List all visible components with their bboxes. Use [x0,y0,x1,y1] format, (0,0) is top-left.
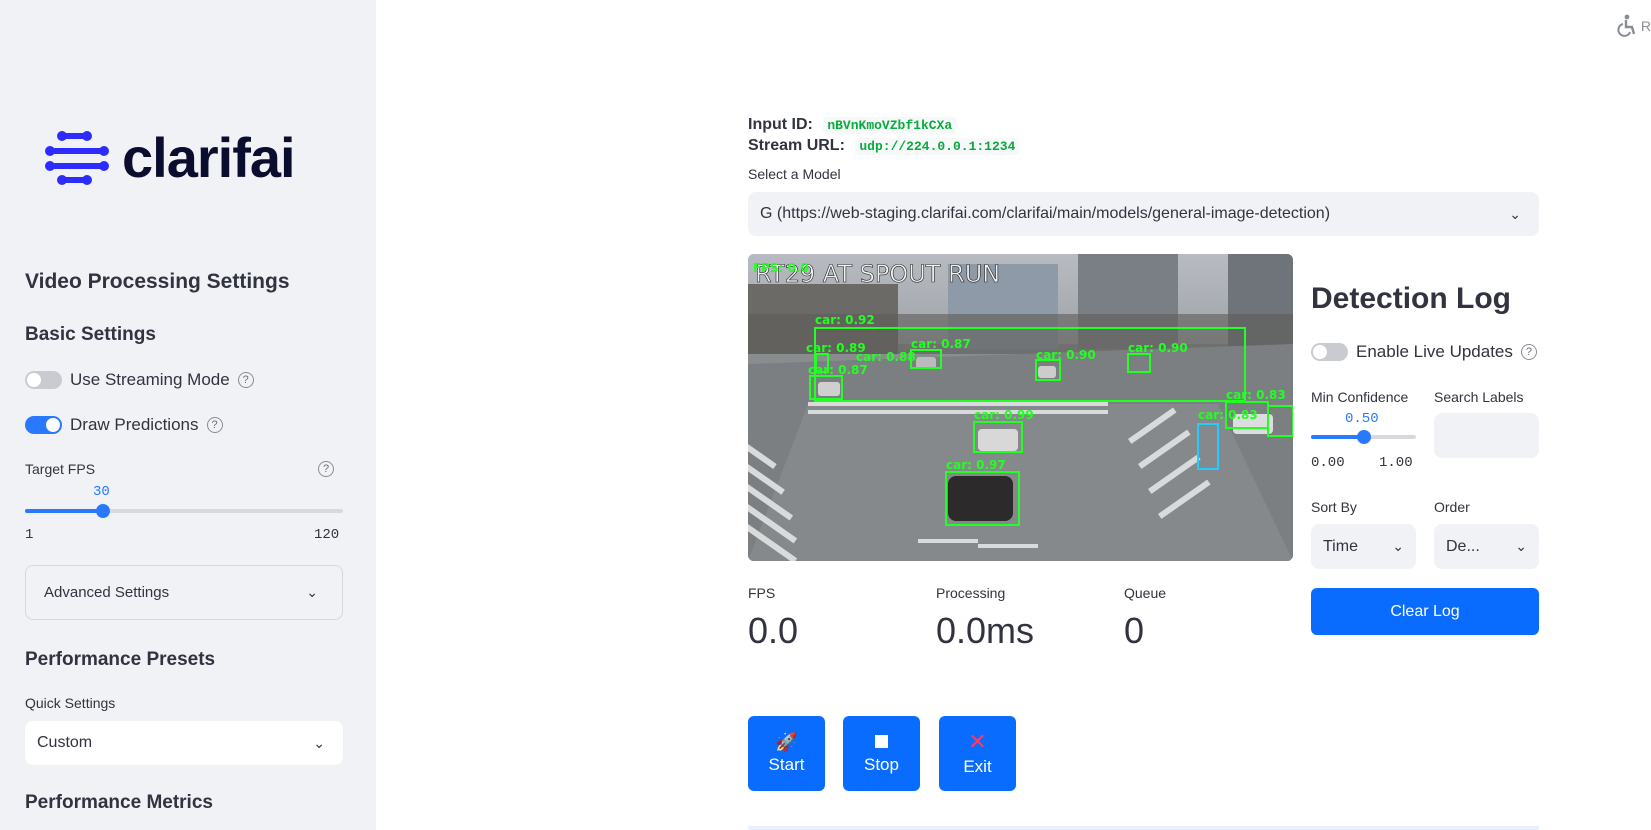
draw-predictions-label: Draw Predictions [70,415,199,434]
performance-presets-heading: Performance Presets [25,649,216,670]
accessibility-text: R [1640,18,1651,34]
sort-by-select[interactable]: Time ⌄ [1311,524,1416,569]
streaming-mode-toggle-row[interactable]: Use Streaming Mode ? [25,370,254,390]
performance-metrics-heading: Performance Metrics [25,792,213,813]
order-label: Order [1434,499,1470,515]
video-fps-overlay: FPS: 0.0 [753,261,809,275]
stream-url-value: udp://224.0.0.1:1234 [855,138,1020,155]
accessibility-indicator[interactable]: R [1615,14,1651,38]
stop-button[interactable]: Stop [843,716,920,791]
model-select[interactable]: G (https://web-staging.clarifai.com/clar… [748,192,1539,236]
min-confidence-slider[interactable] [1311,430,1416,444]
live-updates-label: Enable Live Updates [1356,342,1513,361]
chevron-down-icon: ⌄ [1515,538,1527,554]
help-icon[interactable]: ? [1520,344,1537,360]
detection-label: car: 0.83 [1198,408,1258,422]
chevron-down-icon: ⌄ [1509,205,1521,222]
quick-settings-select[interactable]: Custom ⌄ [25,721,343,765]
processing-metric-label: Processing [936,585,1006,601]
detection-label: car: 0.99 [974,408,1034,422]
bottom-divider [748,826,1539,830]
detection-log-title: Detection Log [1311,282,1511,315]
sidebar: clarifai Video Processing Settings Basic… [0,0,376,830]
min-confidence-max: 1.00 [1379,455,1413,471]
target-fps-label: Target FPS [25,461,96,477]
min-confidence-min: 0.00 [1311,455,1345,471]
streaming-mode-toggle[interactable] [25,371,62,389]
live-updates-toggle[interactable] [1311,343,1348,361]
exit-button[interactable]: ✕ Exit [939,716,1016,791]
target-fps-slider[interactable] [25,504,343,518]
help-icon[interactable]: ? [318,461,334,477]
live-updates-toggle-row[interactable]: Enable Live Updates ? [1311,342,1537,362]
advanced-settings-expander[interactable]: Advanced Settings ⌄ [25,565,343,620]
stop-button-label: Stop [864,754,899,774]
target-fps-max: 120 [314,527,340,543]
input-id-label: Input ID: [748,116,813,133]
select-model-label: Select a Model [748,166,841,182]
model-select-value: G (https://web-staging.clarifai.com/clar… [760,205,1331,222]
target-fps-value: 30 [93,484,110,500]
detection-label: car: 0.97 [946,458,1006,472]
exit-button-label: Exit [963,756,992,776]
stop-square-icon [875,733,888,751]
fps-metric-label: FPS [748,585,776,601]
search-labels-input[interactable] [1434,413,1539,458]
cross-mark-icon: ✕ [968,728,987,754]
chevron-down-icon: ⌄ [1392,538,1404,554]
detection-label: car: 0.87 [808,363,868,377]
input-id-row: Input ID: nBVnKmoVZbf1kCXa [748,116,957,134]
order-select[interactable]: De... ⌄ [1434,524,1539,569]
clear-log-button[interactable]: Clear Log [1311,588,1539,635]
draw-predictions-toggle[interactable] [25,416,62,434]
streaming-mode-label: Use Streaming Mode [70,370,230,389]
clarifai-logo-text: clarifai [122,126,296,189]
chevron-down-icon: ⌄ [306,584,318,600]
detection-label: car: 0.90 [1128,341,1188,355]
clear-log-label: Clear Log [1390,602,1460,620]
clarifai-logo: clarifai [44,126,296,189]
quick-settings-label: Quick Settings [25,695,116,711]
min-confidence-slider-thumb[interactable] [1356,430,1371,444]
sort-by-value: Time [1323,537,1358,555]
video-stream-frame: RT29 AT SPOUT RUN FPS: 0.0 car: 0.92 car… [748,254,1293,561]
start-button-label: Start [768,754,805,774]
sort-by-label: Sort By [1311,499,1357,515]
target-fps-slider-thumb[interactable] [95,504,110,518]
basic-settings-heading: Basic Settings [25,324,156,345]
help-icon[interactable]: ? [237,372,254,388]
detection-label: car: 0.90 [1036,348,1096,362]
min-confidence-label: Min Confidence [1311,389,1409,405]
order-value: De... [1446,537,1480,555]
rocket-icon: 🚀 [775,731,798,752]
queue-metric-value: 0 [1124,610,1145,651]
chevron-down-icon: ⌄ [313,734,325,751]
target-fps-min: 1 [25,527,34,543]
video-scene: RT29 AT SPOUT RUN FPS: 0.0 car: 0.92 car… [748,254,1293,561]
start-button[interactable]: 🚀 Start [748,716,825,791]
detection-label: car: 0.87 [911,337,971,351]
processing-metric-value: 0.0ms [936,610,1035,651]
draw-predictions-toggle-row[interactable]: Draw Predictions ? [25,415,223,435]
detection-label: car: 0.83 [1226,388,1286,402]
clarifai-logo-icon [45,131,109,185]
fps-metric-value: 0.0 [748,610,799,651]
accessibility-icon [1617,14,1636,37]
detection-label: car: 0.88 [856,350,916,364]
stream-url-row: Stream URL: udp://224.0.0.1:1234 [748,137,1020,155]
video-processing-settings-title: Video Processing Settings [25,270,290,293]
queue-metric-label: Queue [1124,585,1167,601]
input-id-value: nBVnKmoVZbf1kCXa [823,117,957,134]
stream-url-label: Stream URL: [748,137,845,154]
quick-settings-value: Custom [37,734,93,751]
advanced-settings-label: Advanced Settings [44,584,170,601]
help-icon[interactable]: ? [206,417,223,433]
search-labels-label: Search Labels [1434,389,1524,405]
detection-label: car: 0.92 [815,313,875,327]
min-confidence-value: 0.50 [1345,411,1379,427]
